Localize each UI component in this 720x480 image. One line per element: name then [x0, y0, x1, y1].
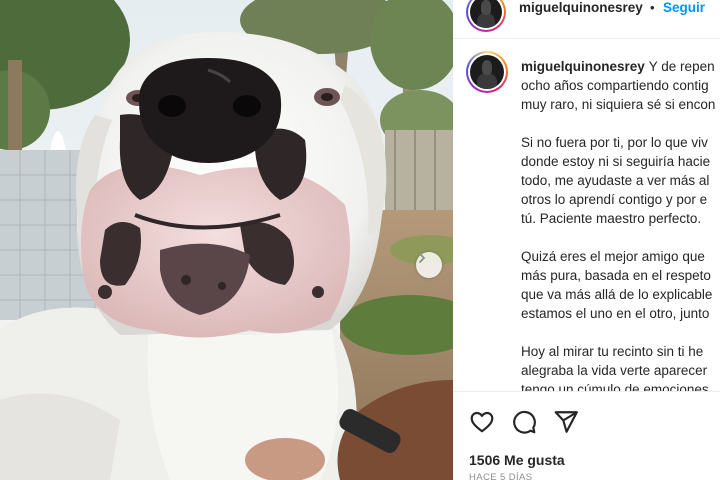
paper-plane-icon	[554, 411, 578, 433]
follow-button[interactable]: Seguir	[663, 0, 705, 15]
caption-author-avatar[interactable]	[466, 51, 508, 93]
caption-line: más pura, basada en el respeto	[521, 268, 711, 283]
post-caption: miguelquinonesrey Y de repen ocho años co…	[521, 57, 720, 391]
caption-paragraph: miguelquinonesrey Y de repen ocho años co…	[521, 57, 720, 114]
caption-line: muy raro, ni siquiera sé si encon	[521, 97, 716, 112]
separator-dot: •	[650, 0, 655, 15]
caption-line: Hoy al mirar tu recinto sin ti he	[521, 344, 704, 359]
heart-outline-icon	[470, 411, 494, 433]
caption-line: Si no fuera por ti, por lo que viv	[521, 135, 708, 150]
caption-paragraph: Si no fuera por ti, por lo que viv donde…	[521, 133, 720, 228]
post-photo[interactable]	[0, 0, 453, 480]
post-header: miguelquinonesrey • Seguir	[453, 0, 720, 39]
caption-line: todo, me ayudaste a ver más al	[521, 173, 710, 188]
caption-line: estamos el uno en el otro, junto	[521, 306, 710, 321]
author-username[interactable]: miguelquinonesrey	[519, 0, 643, 15]
comment-bubble-icon	[513, 410, 536, 434]
caption-line: que va más allá de lo explicable	[521, 287, 713, 302]
caption-line: tú. Paciente maestro perfecto.	[521, 211, 702, 226]
like-button[interactable]	[469, 409, 495, 435]
likes-count[interactable]: 1506 Me gusta	[469, 452, 565, 468]
caption-line: Quizá eres el mejor amigo que	[521, 249, 705, 264]
post-actions: 1506 Me gusta HACE 5 DÍAS	[453, 391, 720, 480]
comments-scroll-area[interactable]: miguelquinonesrey Y de repen ocho años co…	[453, 39, 720, 391]
caption-username[interactable]: miguelquinonesrey	[521, 59, 645, 74]
caption-paragraph: Hoy al mirar tu recinto sin ti he alegra…	[521, 342, 720, 391]
caption-paragraph: Quizá eres el mejor amigo que más pura, …	[521, 247, 720, 323]
caption-line: tengo un cúmulo de emociones	[521, 382, 709, 391]
post-sidebar: miguelquinonesrey • Seguir miguelquinone…	[453, 0, 720, 480]
author-avatar[interactable]	[466, 0, 506, 32]
caption-line: otros lo aprendí contigo y por e	[521, 192, 708, 207]
post-timestamp[interactable]: HACE 5 DÍAS	[469, 472, 533, 480]
comment-button[interactable]	[511, 409, 537, 435]
dog-photo-illustration	[0, 0, 453, 480]
caption-line: Y de repen	[648, 59, 715, 74]
caption-line: ocho años compartiendo contig	[521, 78, 709, 93]
chevron-right-icon	[419, 253, 425, 263]
next-photo-button[interactable]	[416, 252, 442, 278]
caption-line: alegraba la vida verte aparecer	[521, 363, 708, 378]
share-button[interactable]	[553, 409, 579, 435]
caption-line: donde estoy ni si seguiría hacie	[521, 154, 711, 169]
